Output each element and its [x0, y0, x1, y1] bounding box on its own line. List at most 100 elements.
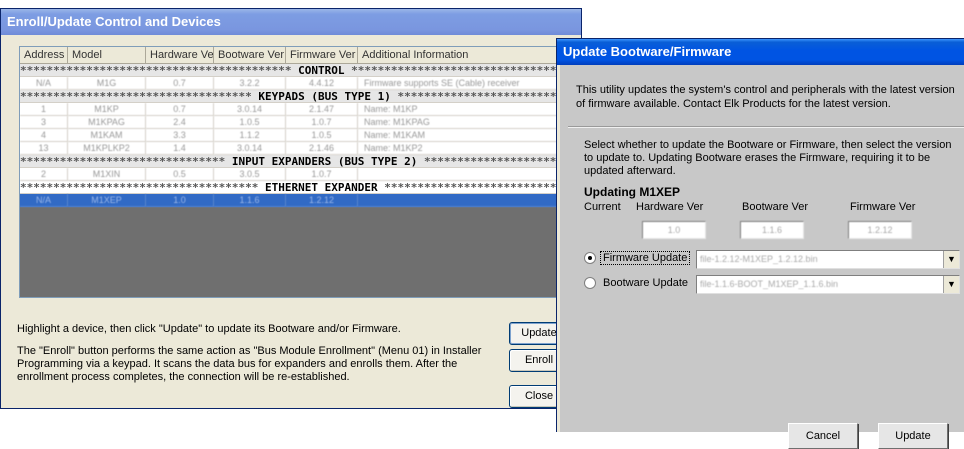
bootware-update-radio[interactable] [584, 277, 596, 289]
table-cell: 1.2.12 [286, 194, 358, 207]
table-row[interactable]: 4 M1KAM 3.3 1.1.2 1.0.5 Name: M1KAM [20, 129, 578, 142]
table-cell: 2.4 [146, 116, 214, 129]
section-label: KEYPADS (BUS TYPE 1) [258, 90, 391, 103]
column-header[interactable]: Additional Information [358, 47, 578, 64]
table-cell: 4 [20, 129, 68, 142]
table-cell: 3.0.14 [214, 103, 286, 116]
section-stars: ******************************* [423, 155, 578, 168]
table-cell: 1 [20, 103, 68, 116]
table-row[interactable]: 2 M1XIN 0.5 3.0.5 1.0.7 [20, 168, 578, 181]
table-row[interactable]: N/A M1G 0.7 3.2.2 4.4.12 Firmware supports SE… [20, 77, 578, 90]
table-cell: Name: M1KP2 [358, 142, 578, 155]
firmware-update-option[interactable]: Firmware Update [584, 251, 691, 265]
grid-header: Address Model Hardware Ver Bootware Ver Firm… [20, 47, 578, 64]
current-label: Current [584, 201, 621, 213]
bootware-update-label[interactable]: Bootware Update [601, 277, 690, 289]
table-cell [358, 168, 578, 181]
firmware-version-value: file-1.2.12-M1XEP_1.2.12.bin [700, 254, 818, 264]
hint-text: Highlight a device, then click "Update" … [17, 323, 401, 335]
table-cell: 1.0.7 [286, 116, 358, 129]
section-stars: *********************************** [397, 90, 578, 103]
firmware-update-label[interactable]: Firmware Update [599, 251, 691, 265]
table-row[interactable]: 1 M1KP 0.7 3.0.14 2.1.47 Name: M1KP [20, 103, 578, 116]
table-cell: Firmware supports SE (Cable) receiver [358, 77, 578, 90]
table-cell: 1.0.5 [214, 116, 286, 129]
table-cell: 3.0.14 [214, 142, 286, 155]
boot-window-title[interactable]: Update Bootware/Firmware [557, 39, 964, 65]
table-cell: M1KAM [68, 129, 146, 142]
bootware-update-option[interactable]: Bootware Update [584, 277, 690, 289]
table-row[interactable]: 3 M1KPAG 2.4 1.0.5 1.0.7 Name: M1KPAG [20, 116, 578, 129]
utility-text: This utility updates the system's contro… [576, 84, 955, 110]
table-cell: M1KPLKP2 [68, 142, 146, 155]
table-row[interactable]: N/A M1XEP 1.0 1.1.6 1.2.12 [20, 194, 578, 207]
separator [568, 126, 964, 128]
table-cell: 13 [20, 142, 68, 155]
table-cell: N/A [20, 77, 68, 90]
table-cell: 0.5 [146, 168, 214, 181]
section-header: *********************************** KEYP… [20, 90, 578, 103]
hardware-ver-field: 1.0 [642, 221, 706, 239]
table-cell: M1KPAG [68, 116, 146, 129]
section-stars: ************************************ [20, 181, 266, 194]
table-cell: 1.1.6 [214, 194, 286, 207]
chevron-down-icon[interactable]: ▼ [943, 276, 959, 293]
section-header: ****************************************… [20, 64, 578, 77]
table-cell: 3 [20, 116, 68, 129]
section-label: ETHERNET EXPANDER [265, 181, 378, 194]
table-cell: 0.7 [146, 77, 214, 90]
column-header[interactable]: Bootware Ver [214, 47, 286, 64]
boot-update-button[interactable]: Update [878, 423, 948, 449]
boot-window: Update Bootware/Firmware This utility up… [556, 38, 964, 449]
enroll-window-title[interactable]: Enroll/Update Control and Devices [1, 9, 581, 35]
table-cell: N/A [20, 194, 68, 207]
section-label: INPUT EXPANDERS (BUS TYPE 2) [231, 155, 418, 168]
bootware-ver-field: 1.1.6 [740, 221, 804, 239]
table-cell [358, 194, 578, 207]
grid-body: ****************************************… [20, 64, 578, 207]
table-cell: 2.1.46 [286, 142, 358, 155]
section-stars: ************************************ [384, 181, 578, 194]
table-cell: 3.2.2 [214, 77, 286, 90]
table-cell: 0.7 [146, 103, 214, 116]
bootware-version-select[interactable]: file-1.1.6-BOOT_M1XEP_1.1.6.bin ▼ [696, 275, 960, 294]
table-cell: M1G [68, 77, 146, 90]
table-cell: M1KP [68, 103, 146, 116]
firmware-ver-label: Firmware Ver [850, 201, 916, 213]
table-cell: Name: M1KPAG [358, 116, 578, 129]
table-cell: 4.4.12 [286, 77, 358, 90]
hardware-ver-label: Hardware Ver [636, 201, 704, 213]
section-stars: ****************************************… [351, 64, 578, 77]
table-cell: 1.0.7 [286, 168, 358, 181]
column-header[interactable]: Hardware Ver [146, 47, 214, 64]
enroll-window-body: Address Model Hardware Ver Bootware Ver Firm… [4, 35, 579, 408]
table-cell: 1.0 [146, 194, 214, 207]
boot-window-body: This utility updates the system's contro… [560, 65, 964, 449]
select-text: Select whether to update the Bootware or… [584, 139, 952, 177]
table-cell: 2.1.47 [286, 103, 358, 116]
updating-label: Updating M1XEP [584, 185, 681, 199]
table-cell: Name: M1KAM [358, 129, 578, 142]
table-cell: 1.0.5 [286, 129, 358, 142]
table-cell: 1.4 [146, 142, 214, 155]
enroll-description: The "Enroll" button performs the same ac… [17, 345, 482, 383]
table-cell: 1.1.2 [214, 129, 286, 142]
device-grid[interactable]: Address Model Hardware Ver Bootware Ver Firm… [19, 46, 579, 298]
column-header[interactable]: Firmware Ver [286, 47, 358, 64]
bootware-version-value: file-1.1.6-BOOT_M1XEP_1.1.6.bin [700, 279, 839, 289]
section-stars: ****************************************… [20, 64, 299, 77]
firmware-version-select[interactable]: file-1.2.12-M1XEP_1.2.12.bin ▼ [696, 250, 960, 269]
section-header: ******************************* INPUT EX… [20, 155, 578, 168]
column-header[interactable]: Model [68, 47, 146, 64]
column-header[interactable]: Address [20, 47, 68, 64]
chevron-down-icon[interactable]: ▼ [943, 251, 959, 268]
firmware-ver-field: 1.2.12 [848, 221, 912, 239]
section-label: CONTROL [298, 64, 345, 77]
table-cell: M1XEP [68, 194, 146, 207]
bootware-ver-label: Bootware Ver [742, 201, 809, 213]
cancel-button[interactable]: Cancel [788, 423, 858, 449]
table-row[interactable]: 13 M1KPLKP2 1.4 3.0.14 2.1.46 Name: M1KP2 [20, 142, 578, 155]
firmware-update-radio[interactable] [584, 252, 596, 264]
section-header: ************************************ ETH… [20, 181, 578, 194]
table-cell: M1XIN [68, 168, 146, 181]
